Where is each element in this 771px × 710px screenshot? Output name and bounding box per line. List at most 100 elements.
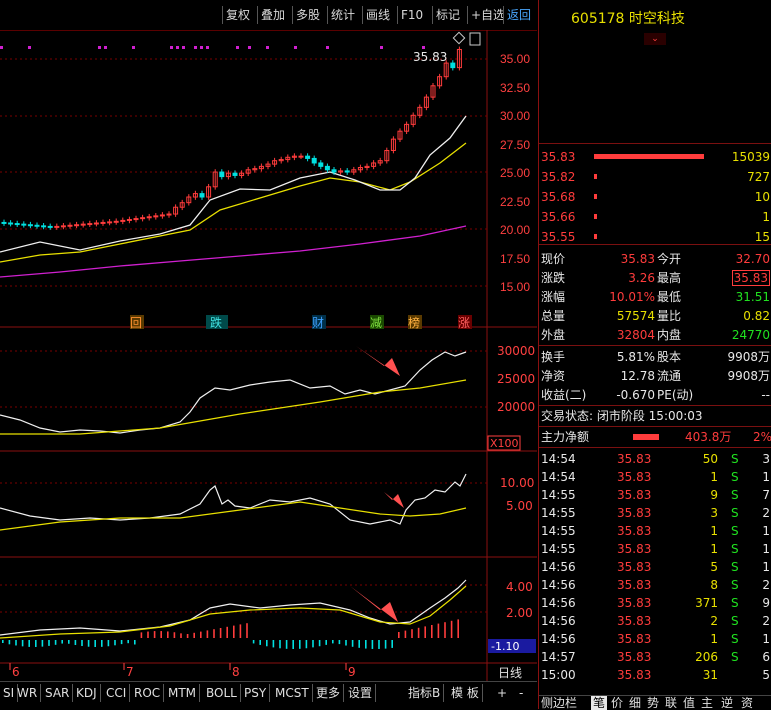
marker-zhang[interactable]: 涨 [458, 315, 470, 330]
indicator-tab-bar: SI WR SAR KDJ CCI ROC MTM BOLL PSY MCST … [0, 681, 537, 710]
tab-more[interactable]: 更多 [313, 684, 345, 702]
zoom-in-button[interactable]: + [494, 684, 510, 702]
tab-indicator-b[interactable]: 指标B [405, 684, 445, 702]
candle-body [450, 62, 456, 69]
tab-jia[interactable]: 价 [611, 696, 623, 710]
zoom-out-button[interactable]: - [516, 684, 526, 702]
candle-body [140, 217, 146, 220]
vol-unit-label: X100 [490, 437, 519, 450]
panel-toggle-icon[interactable] [469, 32, 481, 46]
tab-sar[interactable]: SAR [42, 684, 74, 702]
tab-mcst[interactable]: MCST [272, 684, 313, 702]
price-tick: 15.00 [500, 280, 530, 294]
tick-price: 35.83 [617, 470, 652, 484]
multi-stock-button[interactable]: 多股 [292, 6, 323, 24]
collapse-chevron-icon[interactable]: ⌄ [644, 33, 666, 45]
tab-zhu[interactable]: 主 [701, 696, 713, 710]
tab-kdj[interactable]: KDJ [73, 684, 101, 702]
tab-boll[interactable]: BOLL [203, 684, 241, 702]
overlay-button[interactable]: 叠加 [257, 6, 288, 24]
macd-histogram-bar [160, 631, 162, 638]
tab-xi[interactable]: 细 [629, 696, 641, 710]
x-axis-label: 6 [12, 665, 20, 679]
tab-shi[interactable]: 势 [647, 696, 659, 710]
period-label[interactable]: 日线 [498, 666, 522, 680]
tick-row: 14:56 35.83 5 S 1 [539, 558, 771, 576]
macd-histogram-bar [338, 640, 341, 645]
macd-histogram-bar [101, 640, 103, 647]
price-tick: 27.50 [500, 138, 530, 152]
tab-zi[interactable]: 资 [741, 696, 753, 710]
tick-price: 35.83 [617, 668, 652, 682]
marker-bang[interactable]: 榜 [408, 315, 420, 330]
quote-value: 0.82 [743, 309, 770, 323]
tick-count: 1 [762, 632, 770, 646]
x-axis-label: 7 [126, 665, 134, 679]
quote-label: 涨跌 [541, 271, 566, 285]
mark-button[interactable]: 标记 [432, 6, 463, 24]
candle-body [298, 155, 304, 158]
tab-ni[interactable]: 逆 [721, 696, 733, 710]
tick-volume: 1 [710, 632, 718, 646]
statistics-button[interactable]: 统计 [327, 6, 358, 24]
order-book-row[interactable]: 35.82 727 [539, 168, 771, 186]
macd-histogram-bar [292, 640, 294, 649]
tab-mtm[interactable]: MTM [165, 684, 201, 702]
macd-histogram-bar [285, 640, 288, 649]
macd-histogram-bar [186, 634, 189, 638]
macd-histogram-bar [365, 640, 367, 649]
quote-value: 9908万 [727, 350, 770, 364]
tab-roc[interactable]: ROC [131, 684, 165, 702]
candle-body [331, 169, 337, 173]
marker-jian[interactable]: 减 [370, 316, 382, 330]
tick-price: 35.83 [617, 452, 652, 466]
macd-histogram-bar [345, 640, 347, 646]
high-price-label: 35.83 [413, 50, 447, 64]
kline-chart[interactable]: 35.00 32.50 30.00 27.50 25.00 22.50 20.0… [0, 30, 537, 681]
diamond-icon[interactable] [452, 31, 466, 45]
quote-label: 换手 [541, 350, 566, 364]
tab-zhi[interactable]: 值 [683, 696, 695, 710]
quote-value: 35.83 [620, 252, 655, 266]
macd-histogram-bar [167, 631, 169, 638]
tick-count: 1 [762, 560, 770, 574]
tick-price: 35.83 [617, 596, 652, 610]
tick-volume: 5 [710, 560, 718, 574]
f10-button[interactable]: F10 [397, 6, 426, 24]
quote-value: 32.70 [735, 252, 770, 266]
macd-histogram-bar [246, 623, 248, 638]
macd-histogram-bar [173, 632, 176, 638]
tick-price: 35.83 [617, 488, 652, 502]
tick-volume: 31 [702, 668, 718, 682]
restore-rights-button[interactable]: 复权 [222, 6, 253, 24]
tab-wr[interactable]: WR [14, 684, 42, 702]
tab-lian[interactable]: 联 [665, 696, 677, 710]
marker-hui[interactable]: 回 [130, 316, 142, 330]
order-book-row[interactable]: 35.83 15039 [539, 148, 771, 166]
macd-histogram-bar [61, 640, 63, 644]
tab-template[interactable]: 模 板 [448, 684, 483, 702]
back-button[interactable]: 返回 [503, 6, 535, 24]
order-book-row[interactable]: 35.66 1 [539, 208, 771, 226]
draw-line-button[interactable]: 画线 [362, 6, 393, 24]
tab-sidebar[interactable]: 侧边栏 [541, 696, 577, 710]
tab-bi[interactable]: 笔 [591, 696, 608, 710]
tick-count: 5 [762, 668, 770, 682]
candle-body [1, 221, 7, 224]
tab-psy[interactable]: PSY [241, 684, 271, 702]
trade-status: 交易状态: 闭市阶段 15:00:03 [541, 409, 703, 423]
tab-settings[interactable]: 设置 [345, 684, 377, 702]
bid-price: 35.66 [541, 210, 576, 224]
quote-value: 32804 [616, 328, 655, 342]
quote-label: 最高 [657, 271, 682, 285]
macd-histogram-bar [28, 640, 30, 647]
tab-cci[interactable]: CCI [103, 684, 131, 702]
marker-cai[interactable]: 财 [312, 316, 324, 330]
bid-volume: 727 [747, 170, 770, 184]
add-watchlist-button[interactable]: +自选 [467, 6, 508, 24]
macd-histogram-bar [35, 640, 37, 647]
order-book-row[interactable]: 35.68 10 [539, 188, 771, 206]
tick-row: 14:56 35.83 371 S 9 [539, 594, 771, 612]
tick-side: S [731, 632, 739, 646]
marker-die[interactable]: 跌 [210, 315, 222, 330]
